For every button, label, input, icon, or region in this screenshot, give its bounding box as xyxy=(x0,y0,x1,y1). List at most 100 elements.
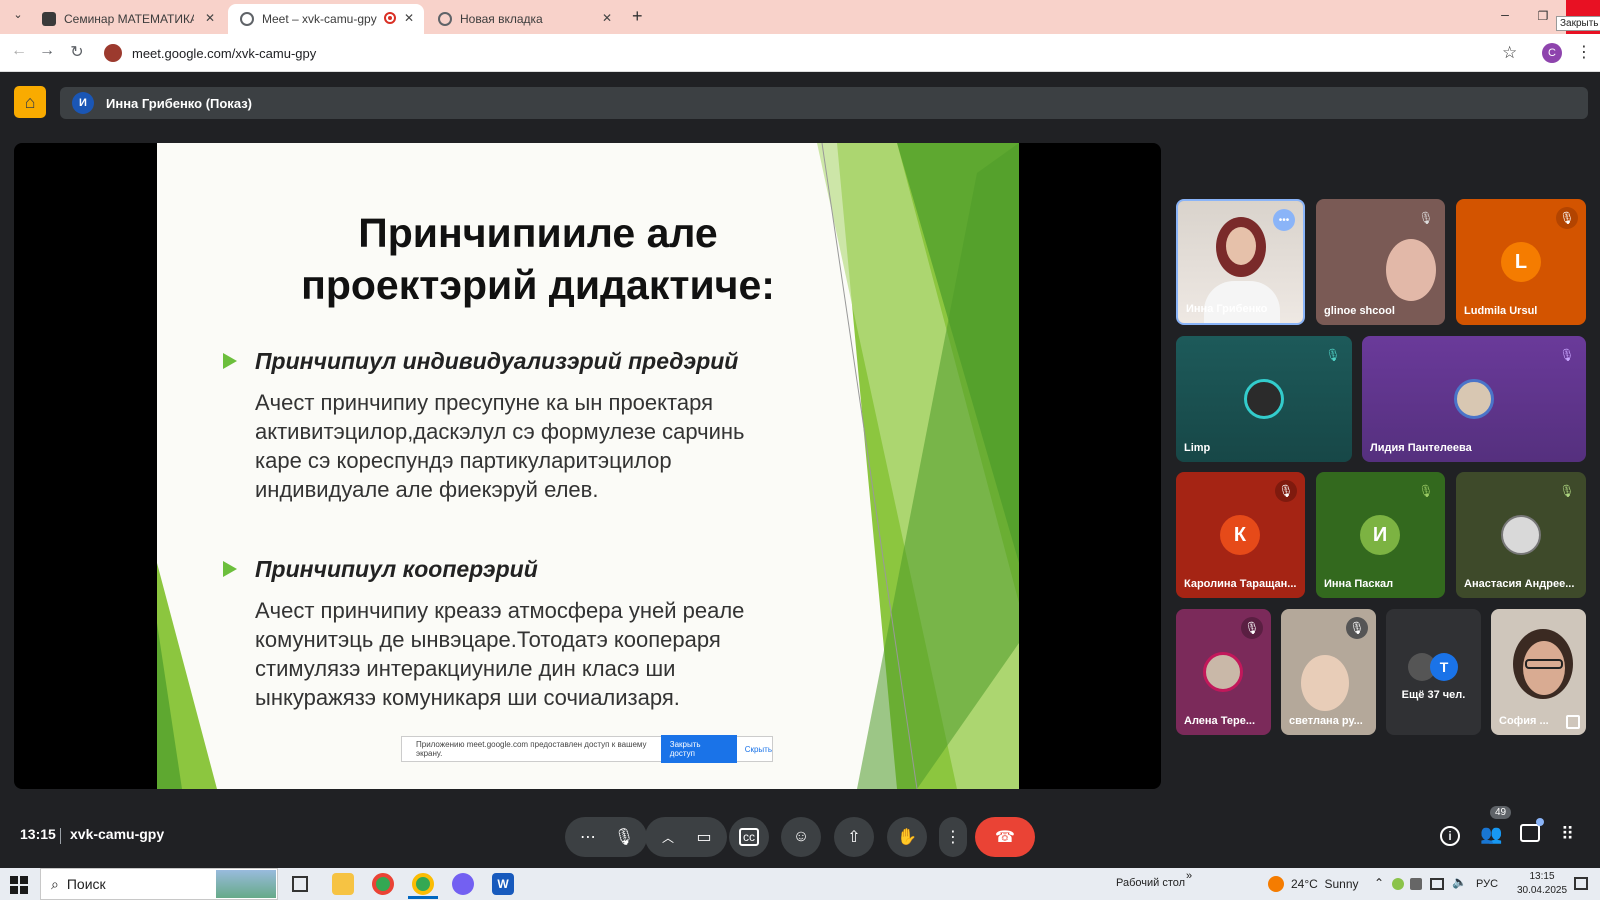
back-button[interactable]: ← xyxy=(8,42,30,60)
tab-search-button[interactable]: ⌄ xyxy=(8,8,28,28)
participant-avatar xyxy=(1244,379,1284,419)
present-screen-icon: ⇧ xyxy=(847,829,861,846)
people-icon[interactable]: 👥 xyxy=(1480,824,1502,845)
more-participants-label: Ещё 37 чел. xyxy=(1401,689,1466,701)
word-icon[interactable]: W xyxy=(492,873,514,895)
participant-tile[interactable]: 🎙 Limp xyxy=(1176,336,1352,462)
close-tab-icon[interactable]: ✕ xyxy=(404,11,414,25)
meeting-code: xvk-camu-gpy xyxy=(70,826,165,842)
participant-tile[interactable]: 🎙 Анастасия Андрее... xyxy=(1456,472,1586,598)
participant-tile[interactable]: 🎙 glinoe shcool xyxy=(1316,199,1445,325)
camera-icon[interactable]: ▭ xyxy=(686,827,722,847)
hide-notice-link[interactable]: Скрыть xyxy=(745,745,772,754)
mic-muted-icon: 🎙 xyxy=(1241,617,1263,639)
more-audio-options-icon[interactable]: ⋯ xyxy=(570,827,606,847)
site-info-icon[interactable] xyxy=(104,44,122,62)
minimize-button[interactable]: – xyxy=(1490,6,1520,22)
omnibox[interactable]: meet.google.com/xvk-camu-gpy xyxy=(100,39,1510,67)
notifications-icon[interactable] xyxy=(1574,877,1588,890)
participant-tile[interactable]: К 🎙 Каролина Таращан... xyxy=(1176,472,1305,598)
people-count-badge: 49 xyxy=(1490,806,1512,819)
captions-button[interactable]: cc xyxy=(729,817,769,857)
classroom-favicon-icon xyxy=(42,12,56,26)
weather-text[interactable]: 24°C Sunny xyxy=(1291,877,1359,891)
more-options-icon[interactable]: ••• xyxy=(1273,209,1295,231)
activities-grid-icon[interactable]: ⠿ xyxy=(1561,824,1574,845)
person-face xyxy=(1386,239,1436,301)
meeting-time: 13:15 xyxy=(20,826,56,842)
chevron-up-icon[interactable]: ︿ xyxy=(650,829,686,846)
new-tab-button[interactable]: + xyxy=(632,6,643,27)
divider xyxy=(60,828,61,844)
stop-sharing-button[interactable]: Закрыть доступ xyxy=(660,735,737,763)
pin-icon[interactable] xyxy=(1566,715,1580,729)
close-tab-icon[interactable]: ✕ xyxy=(205,11,215,25)
language-indicator[interactable]: РУС xyxy=(1476,878,1498,890)
participant-tile[interactable]: София ... xyxy=(1491,609,1586,735)
desktop-toolbar-label[interactable]: Рабочий стол xyxy=(1116,877,1185,889)
person-face xyxy=(1301,655,1349,711)
participant-tile[interactable]: ••• Инна Грибенко xyxy=(1176,199,1305,325)
participant-tile[interactable]: 🎙 светлана ру... xyxy=(1281,609,1376,735)
profile-avatar[interactable]: C xyxy=(1542,43,1562,63)
tray-chevron-icon[interactable]: ⌃ xyxy=(1374,876,1384,890)
viber-icon[interactable] xyxy=(452,873,474,895)
leave-call-button[interactable]: ☎ xyxy=(975,817,1035,857)
bookmark-star-icon[interactable]: ☆ xyxy=(1502,43,1517,63)
tray-app-icon[interactable] xyxy=(1410,878,1422,890)
more-options-button[interactable]: ⋮ xyxy=(939,817,967,857)
reactions-button[interactable]: ☺ xyxy=(781,817,821,857)
volume-icon[interactable]: 🔈 xyxy=(1452,875,1467,889)
participant-tile[interactable]: 🎙 Лидия Пантелеева xyxy=(1362,336,1586,462)
chevron-right-icon[interactable]: » xyxy=(1186,870,1192,882)
screen-share-notice: Приложению meet.google.com предоставлен … xyxy=(401,735,773,763)
camera-group: ︿ ▭ xyxy=(645,817,727,857)
bullet-marker xyxy=(223,353,237,369)
mic-muted-icon: 🎙 xyxy=(1325,348,1341,362)
participant-avatar xyxy=(1203,652,1243,692)
chrome-active-icon[interactable] xyxy=(412,873,434,895)
bullet-marker xyxy=(223,561,237,577)
participant-tile[interactable]: L 🎙 Ludmila Ursul xyxy=(1456,199,1586,325)
participant-tile[interactable]: 🎙 Алена Тере... xyxy=(1176,609,1271,735)
bullet-heading-1: Принчипиул индивидуализэрий предэрий xyxy=(255,348,739,374)
participant-avatar xyxy=(1454,379,1494,419)
mic-icon[interactable]: 🎙 xyxy=(606,827,642,847)
participant-avatar: К xyxy=(1220,515,1260,555)
windows-start-icon[interactable] xyxy=(10,876,28,894)
present-button[interactable]: ⇧ xyxy=(834,817,874,857)
bullet-text-2: Ачест принчипиу креазэ атмосфера уней ре… xyxy=(255,598,745,710)
presenter-avatar: И xyxy=(72,92,94,114)
person-face xyxy=(1226,227,1256,265)
meet-app-icon[interactable]: ⌂ xyxy=(14,86,46,118)
browser-menu-icon[interactable]: ⋮ xyxy=(1576,42,1592,62)
mic-muted-icon: 🎙 xyxy=(1275,480,1297,502)
glasses-icon xyxy=(1525,659,1563,669)
raise-hand-button[interactable]: ✋ xyxy=(887,817,927,857)
hand-icon: ✋ xyxy=(897,829,917,846)
more-participants-tile[interactable]: T Ещё 37 чел. xyxy=(1386,609,1481,735)
participant-avatar: И xyxy=(1360,515,1400,555)
tab-seminar[interactable]: Семинар МАТЕМАТИКА 30.04 ✕ xyxy=(30,4,225,34)
network-icon[interactable] xyxy=(1430,878,1444,890)
reload-button[interactable]: ↻ xyxy=(66,42,88,62)
bullet-heading-2: Принчипиул кооперэрий xyxy=(255,556,538,582)
recording-icon xyxy=(384,12,396,24)
tab-new[interactable]: Новая вкладка ✕ xyxy=(426,4,622,34)
participant-tile[interactable]: И 🎙 Инна Паскал xyxy=(1316,472,1445,598)
tab-meet[interactable]: Meet – xvk-camu-gpy ✕ xyxy=(228,4,424,34)
clock[interactable]: 13:15 30.04.2025 xyxy=(1512,870,1572,898)
task-view-icon[interactable] xyxy=(292,876,308,892)
file-explorer-icon[interactable] xyxy=(332,873,354,895)
chrome-icon[interactable] xyxy=(372,873,394,895)
mic-group: ⋯ 🎙 xyxy=(565,817,647,857)
restore-button[interactable]: ❐ xyxy=(1528,9,1558,23)
tray-app-icon[interactable] xyxy=(1392,878,1404,890)
presenting-bar: И Инна Грибенко (Показ) xyxy=(60,87,1588,119)
chat-icon[interactable] xyxy=(1520,824,1540,842)
close-tab-icon[interactable]: ✕ xyxy=(602,11,612,25)
meeting-info-icon[interactable]: i xyxy=(1440,826,1460,846)
forward-button[interactable]: → xyxy=(36,42,58,60)
mic-muted-icon: 🎙 xyxy=(1556,207,1578,229)
globe-favicon-icon xyxy=(240,12,254,26)
